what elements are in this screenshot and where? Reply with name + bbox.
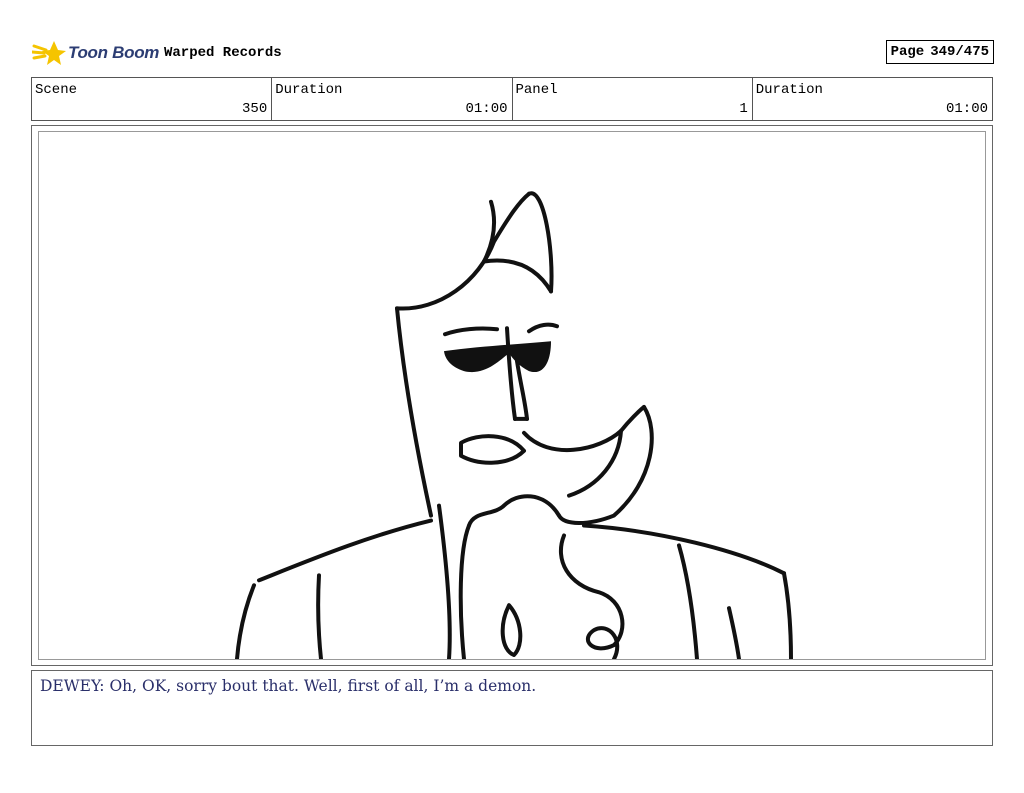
dialogue-box: DEWEY: Oh, OK, sorry bout that. Well, fi… — [31, 670, 993, 746]
storyboard-header: Toon Boom Warped Records Page 349/475 — [30, 36, 994, 70]
storyboard-panel — [31, 125, 993, 666]
character-sketch — [235, 191, 793, 659]
dialogue-text: DEWEY: Oh, OK, sorry bout that. Well, fi… — [40, 677, 537, 695]
scene-label: Scene — [35, 82, 78, 98]
panel-duration-value: 01:00 — [945, 101, 988, 117]
scene-duration-cell: Duration 01:00 — [272, 78, 513, 120]
panel-value: 1 — [739, 101, 748, 117]
scene-duration-label: Duration — [275, 82, 343, 98]
panel-duration-label: Duration — [755, 82, 823, 98]
scene-value: 350 — [242, 101, 268, 117]
scene-duration-value: 01:00 — [465, 101, 508, 117]
page-label: Page — [890, 44, 925, 60]
toon-boom-logo: Toon Boom — [32, 38, 159, 68]
panel-info-row: Scene 350 Duration 01:00 Panel 1 Duratio… — [31, 77, 993, 121]
panel-label: Panel — [515, 82, 558, 98]
page-indicator: Page 349/475 — [885, 40, 994, 64]
page-number: 349/475 — [930, 44, 989, 60]
panel-drawing-area — [38, 131, 986, 660]
star-burst-icon — [32, 41, 66, 65]
project-title: Warped Records — [164, 45, 282, 61]
panel-duration-cell: Duration 01:00 — [753, 78, 992, 120]
panel-cell: Panel 1 — [513, 78, 753, 120]
logo-text: Toon Boom — [68, 43, 160, 62]
scene-cell: Scene 350 — [32, 78, 273, 120]
